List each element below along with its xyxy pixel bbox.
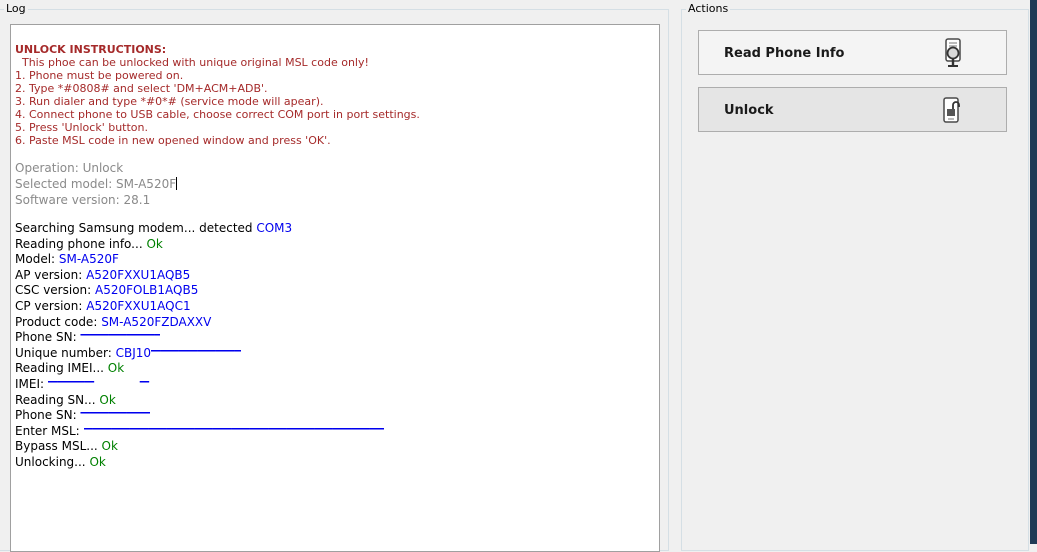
instruction-line: 6. Paste MSL code in new opened window a… <box>15 134 331 147</box>
log-value: A520FOLB1AQB5 <box>95 283 199 298</box>
redacted-value: ▔▔▔▔▔ ▔ <box>47 380 150 388</box>
redacted-value: ▔▔▔▔▔▔▔▔▔▔ <box>151 349 242 357</box>
instruction-line: 3. Run dialer and type *#0*# (service mo… <box>15 95 324 108</box>
log-value: Ok <box>89 454 106 469</box>
log-line-product: Product code: SM-A520FZDAXXV <box>15 315 659 331</box>
instruction-line: 4. Connect phone to USB cable, choose co… <box>15 108 420 121</box>
log-value: Ok <box>146 236 163 251</box>
log-line-cp: CP version: A520FXXU1AQC1 <box>15 299 659 315</box>
log-line-imei: IMEI: ▔▔▔▔▔ ▔ <box>15 377 659 393</box>
log-value: A520FXXU1AQB5 <box>86 267 191 282</box>
log-label: Reading IMEI... <box>15 361 108 376</box>
instruction-line: 5. Press 'Unlock' button. <box>15 121 148 134</box>
log-line-reading-info: Reading phone info... Ok <box>15 237 659 253</box>
log-line-phone-sn: Phone SN: ▔▔▔▔▔▔▔▔▔ <box>15 330 659 346</box>
instructions-title: UNLOCK INSTRUCTIONS: <box>15 43 167 56</box>
log-value: SM-A520FZDAXXV <box>101 314 212 329</box>
log-line-searching: Searching Samsung modem... detected COM3 <box>15 221 659 237</box>
log-label: Phone SN: <box>15 330 81 345</box>
software-version-line: Software version: 28.1 <box>15 193 151 207</box>
unlock-label: Unlock <box>724 103 774 118</box>
log-label: IMEI: <box>15 376 48 391</box>
log-group-caption: Log <box>4 2 28 16</box>
log-label: Product code: <box>15 314 102 329</box>
log-label: Model: <box>15 252 59 267</box>
redacted-value: ▔▔▔▔▔▔▔▔▔▔▔▔▔▔▔▔▔▔▔▔▔▔▔▔▔▔▔▔▔▔▔▔▔ <box>83 427 384 435</box>
log-label: Phone SN: <box>15 408 81 423</box>
log-line-csc: CSC version: A520FOLB1AQB5 <box>15 283 659 299</box>
log-line-reading-imei: Reading IMEI... Ok <box>15 361 659 377</box>
log-label: CSC version: <box>15 283 95 298</box>
log-line-bypass: Bypass MSL... Ok <box>15 439 659 455</box>
log-value: CBJ10 <box>115 345 152 360</box>
log-line-phone-sn-2: Phone SN: ▔▔▔▔▔▔▔▔ <box>15 408 659 424</box>
log-label: AP version: <box>15 267 87 282</box>
log-label: Unique number: <box>15 345 116 360</box>
log-value: SM-A520F <box>58 252 119 267</box>
log-label: Reading SN... <box>15 392 100 407</box>
log-groupbox: Log UNLOCK INSTRUCTIONS: This phoe can b… <box>0 2 669 552</box>
operation-line: Operation: Unlock <box>15 161 124 175</box>
read-phone-info-label: Read Phone Info <box>724 46 845 61</box>
redacted-value: ▔▔▔▔▔▔▔▔▔ <box>80 334 161 342</box>
actions-group-caption: Actions <box>686 2 731 16</box>
log-label: Enter MSL: <box>15 423 84 438</box>
redacted-value: ▔▔▔▔▔▔▔▔ <box>80 412 151 420</box>
log-line-unlocking: Unlocking... Ok <box>15 455 659 471</box>
log-value: Ok <box>101 439 118 454</box>
instruction-line: 2. Type *#0808# and select 'DM+ACM+ADB'. <box>15 82 268 95</box>
log-line-msl: Enter MSL: ▔▔▔▔▔▔▔▔▔▔▔▔▔▔▔▔▔▔▔▔▔▔▔▔▔▔▔▔▔… <box>15 424 659 440</box>
log-label: Searching Samsung modem... detected <box>15 221 257 235</box>
read-phone-info-button[interactable]: Read Phone Info <box>698 30 1007 75</box>
instruction-line: 1. Phone must be powered on. <box>15 69 184 82</box>
log-label: Unlocking... <box>15 454 90 469</box>
log-label: Reading phone info... <box>15 236 147 251</box>
selected-model-text: Selected model: SM-A520F <box>15 177 177 191</box>
log-value: Ok <box>107 361 125 376</box>
log-line-model: Model: SM-A520F <box>15 252 659 268</box>
unlock-phone-icon <box>943 97 960 123</box>
log-line-unique: Unique number: CBJ10▔▔▔▔▔▔▔▔▔▔ <box>15 346 659 362</box>
log-line-ap: AP version: A520FXXU1AQB5 <box>15 268 659 284</box>
magnifier-phone-icon <box>945 38 961 67</box>
log-textbox[interactable]: UNLOCK INSTRUCTIONS: This phoe can be un… <box>10 24 660 552</box>
text-caret <box>176 177 178 190</box>
log-value: COM3 <box>256 221 293 235</box>
actions-groupbox: Actions Read Phone Info Unlock <box>681 2 1029 551</box>
log-label: CP version: <box>15 298 87 313</box>
log-label: Bypass MSL... <box>15 439 102 454</box>
log-value: A520FXXU1AQC1 <box>86 298 191 313</box>
unlock-button[interactable]: Unlock <box>698 87 1007 132</box>
log-line-reading-sn: Reading SN... Ok <box>15 393 659 409</box>
log-value: Ok <box>99 392 116 407</box>
selected-model-line: Selected model: SM-A520F <box>15 176 659 192</box>
window-edge <box>1030 0 1037 544</box>
instruction-line: This phoe can be unlocked with unique or… <box>15 56 369 69</box>
